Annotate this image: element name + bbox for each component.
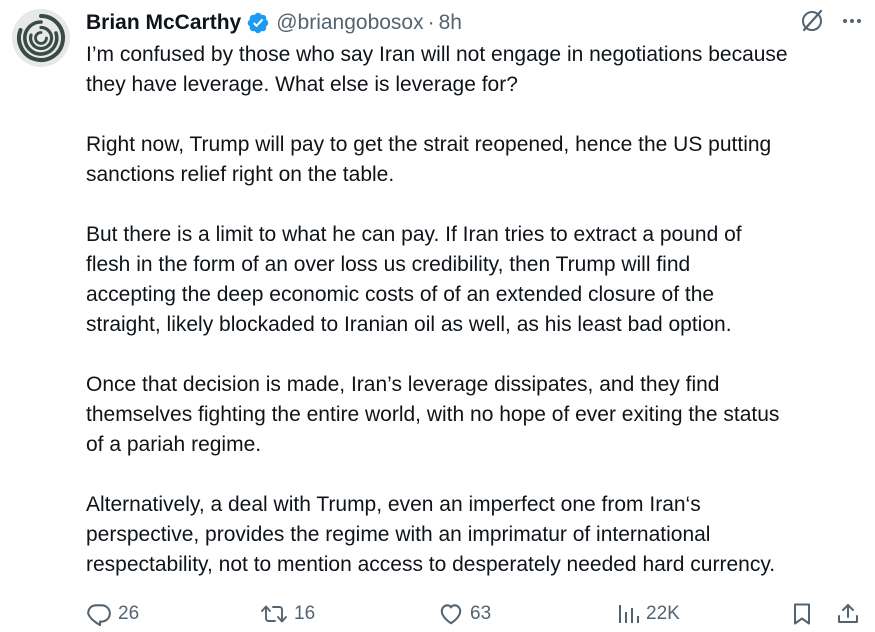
author-display-name[interactable]: Brian McCarthy [86, 9, 241, 37]
bookmark-icon [790, 601, 814, 627]
tweet-top-icons [799, 8, 863, 34]
avatar[interactable] [12, 9, 70, 67]
reply-icon [86, 601, 112, 627]
tweet-paragraph: But there is a limit to what he can pay.… [86, 223, 742, 336]
bookmark-button[interactable] [790, 598, 814, 630]
repost-icon [260, 601, 288, 627]
like-button[interactable]: 63 [438, 598, 491, 630]
grok-slash-icon[interactable] [799, 8, 825, 34]
views-chart-icon [616, 601, 640, 627]
tweet-action-bar: 26 16 63 22K [86, 598, 866, 630]
repost-button[interactable]: 16 [260, 598, 315, 630]
more-options-icon[interactable] [841, 10, 863, 32]
reply-count: 26 [118, 603, 140, 624]
tweet-text: I’m confused by those who say Iran will … [86, 40, 866, 580]
verified-badge-icon [246, 11, 270, 35]
repost-count: 16 [294, 603, 316, 624]
share-button[interactable] [836, 598, 860, 630]
author-handle[interactable]: @briangobosox [276, 9, 423, 37]
share-icon [836, 601, 860, 627]
tweet-paragraph: Alternatively, a deal with Trump, even a… [86, 493, 776, 576]
tweet-paragraph: I’m confused by those who say Iran will … [86, 43, 788, 96]
spiral-logo-icon [12, 9, 70, 67]
tweet-paragraph: Once that decision is made, Iran’s lever… [86, 373, 780, 456]
tweet-header: Brian McCarthy @briangobosox · 8h [86, 9, 462, 37]
heart-icon [438, 601, 464, 627]
views-button[interactable]: 22K [616, 598, 680, 630]
reply-button[interactable]: 26 [86, 598, 139, 630]
tweet-timestamp[interactable]: 8h [439, 9, 462, 37]
tweet-paragraph: Right now, Trump will pay to get the str… [86, 133, 772, 186]
views-count: 22K [646, 603, 680, 624]
tweet[interactable]: Brian McCarthy @briangobosox · 8h I’m co… [0, 0, 875, 632]
separator-dot: · [427, 11, 435, 34]
like-count: 63 [470, 603, 492, 624]
